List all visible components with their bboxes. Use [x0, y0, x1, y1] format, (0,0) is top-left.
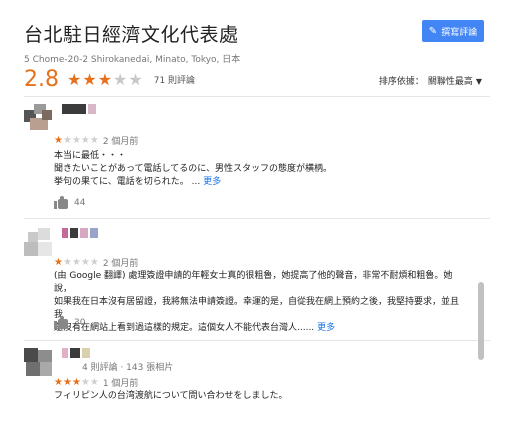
review-meta: ★★★★★ 1 個月前 [54, 376, 138, 389]
star-empty-icon: ★ [89, 257, 99, 268]
review-count[interactable]: 71 則評論 [154, 73, 195, 86]
star-empty-icon: ★ [80, 135, 90, 146]
rating-stars: ★★★★★ [67, 70, 144, 89]
sort-value: 關聯性最高 [427, 77, 473, 87]
place-header: 台北駐日經濟文化代表處 5 Chome-20-2 Shirokanedai, M… [24, 20, 490, 65]
star-empty-icon: ★ [113, 69, 129, 89]
write-review-label: 撰寫評論 [441, 27, 478, 38]
divider [24, 340, 490, 341]
like-button[interactable]: 44 [54, 196, 85, 209]
star-filled-icon: ★ [54, 377, 63, 388]
star-empty-icon: ★ [89, 135, 99, 146]
star-empty-icon: ★ [71, 135, 81, 146]
star-empty-icon: ★ [80, 257, 90, 268]
star-filled-icon: ★ [71, 377, 81, 388]
review-date: 2 個月前 [102, 259, 139, 269]
review-meta: ★★★★★ 2 個月前 [54, 134, 138, 147]
star-empty-icon: ★ [62, 135, 72, 146]
star-empty-icon: ★ [62, 257, 72, 268]
avatar[interactable] [24, 228, 54, 258]
star-filled-icon: ★ [54, 257, 63, 268]
review-text-line: 聞きたいことがあって電話してるのに、男性スタッフの態度が横柄。 [54, 164, 333, 174]
review-text-line: フィリピン人の台湾渡航について問い合わせをしました。 [54, 391, 288, 401]
review-stars: ★★★★★ [54, 257, 99, 268]
reviewer-stats[interactable]: 4 則評論 · 143 張相片 [82, 360, 173, 373]
divider [24, 218, 490, 219]
star-filled-icon: ★ [54, 135, 63, 146]
thumbs-up-icon [54, 196, 68, 209]
like-count: 44 [74, 197, 86, 208]
write-review-button[interactable]: ✎ 撰寫評論 [422, 20, 484, 42]
avatar[interactable] [24, 104, 54, 134]
review-date: 1 個月前 [102, 379, 139, 389]
review-stars: ★★★★★ [54, 135, 99, 146]
place-address: 5 Chome-20-2 Shirokanedai, Minato, Tokyo… [24, 55, 241, 65]
chevron-down-icon: ▼ [475, 77, 482, 86]
review-text: (由 Google 翻譯) 處理簽證申請的年輕女士真的很粗魯，她提高了他的聲音，… [54, 270, 464, 335]
avatar[interactable] [24, 348, 54, 378]
scrollbar[interactable] [478, 282, 484, 360]
more-link[interactable]: 更多 [317, 323, 335, 333]
review-text-line: 本当に最低・・・ [54, 151, 127, 161]
review-text: フィリピン人の台湾渡航について問い合わせをしました。 [54, 390, 464, 403]
star-filled-icon: ★ [62, 377, 72, 388]
review-text: 本当に最低・・・ 聞きたいことがあって電話してるのに、男性スタッフの態度が横柄。… [54, 150, 464, 189]
pencil-icon: ✎ [428, 25, 438, 37]
star-empty-icon: ★ [128, 69, 144, 89]
review-card: ★★★★★ 2 個月前 (由 Google 翻譯) 處理簽證申請的年輕女士真的很… [24, 228, 464, 340]
star-empty-icon: ★ [80, 377, 90, 388]
review-meta: ★★★★★ 2 個月前 [54, 256, 138, 269]
thumbs-up-icon [54, 316, 68, 329]
star-filled-icon: ★ [97, 69, 114, 89]
average-rating: 2.8 [24, 66, 59, 92]
sort-dropdown[interactable]: 排序依據： 關聯性最高 ▼ [379, 74, 482, 87]
divider [24, 96, 490, 97]
review-text-line: (由 Google 翻譯) 處理簽證申請的年輕女士真的很粗魯，她提高了他的聲音，… [54, 271, 453, 294]
star-empty-icon: ★ [71, 257, 81, 268]
review-text-line: 如果我在日本沒有居留證，我將無法申請簽證。幸運的是，自從我在網上預約之後，我堅持… [54, 297, 460, 320]
review-card: ★★★★★ 2 個月前 本当に最低・・・ 聞きたいことがあって電話してるのに、男… [24, 104, 464, 216]
more-link[interactable]: 更多 [203, 177, 221, 187]
review-text-line: 還沒有在網站上看到過這樣的規定。這個女人不能代表台灣人...... 更多 [54, 323, 336, 333]
place-title: 台北駐日經濟文化代表處 [24, 24, 239, 46]
sort-label: 排序依據： [378, 77, 424, 87]
ellipsis: ... [191, 177, 201, 187]
review-text-line: 挙句の果てに、電話を切られた。 ... 更多 [54, 177, 222, 187]
star-filled-icon: ★ [67, 69, 83, 89]
review-card: 4 則評論 · 143 張相片 ★★★★★ 1 個月前 フィリピン人の台湾渡航に… [24, 348, 464, 408]
star-filled-icon: ★ [82, 69, 98, 89]
star-empty-icon: ★ [89, 377, 99, 388]
like-count: 30 [74, 317, 86, 328]
review-stars: ★★★★★ [54, 377, 99, 388]
rating-summary: 2.8 ★★★★★ 71 則評論 排序依據： 關聯性最高 ▼ [24, 66, 490, 92]
review-date: 2 個月前 [102, 137, 139, 147]
like-button[interactable]: 30 [54, 316, 85, 329]
